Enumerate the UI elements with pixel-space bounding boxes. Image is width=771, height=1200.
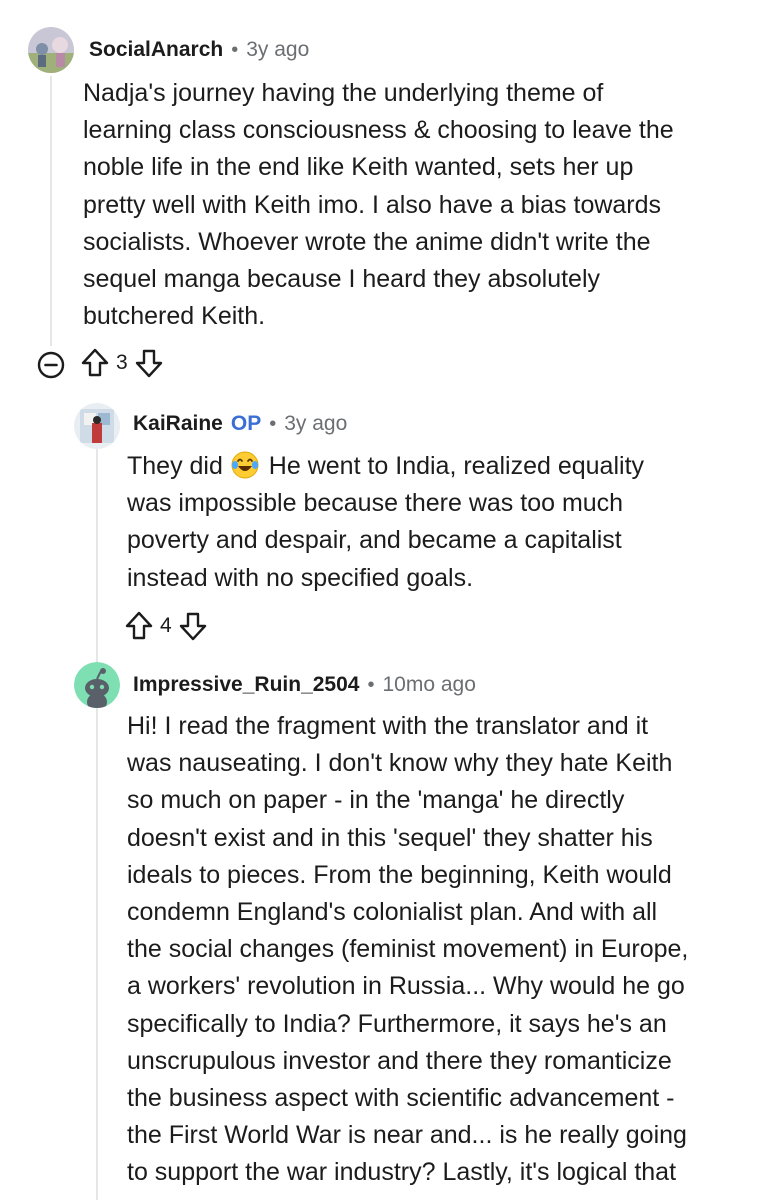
avatar[interactable] [74, 403, 120, 449]
comment-line: butchered Keith. [83, 302, 266, 331]
comment-line: learning class consciousness & choosing … [83, 116, 674, 145]
comment-line: socialists. Whoever wrote the anime didn… [83, 227, 651, 256]
comment-line: They did He went to India, realized equa… [127, 448, 644, 485]
comment-timestamp: 10mo ago [382, 673, 476, 696]
upvote-button[interactable] [80, 348, 110, 378]
avatar[interactable] [74, 662, 120, 708]
comment-body: Nadja's journey having the underlying th… [83, 75, 674, 335]
op-badge: OP [230, 412, 262, 435]
author-name[interactable]: SocialAnarch [89, 38, 223, 62]
laughing-tears-emoji-icon [230, 450, 260, 480]
comment-meta: Impressive_Ruin_2504 • 10mo ago [133, 673, 476, 697]
vote-count: 3 [116, 351, 128, 374]
avatar[interactable] [28, 27, 74, 73]
upvote-arrow-icon [125, 611, 153, 640]
comment-line: doesn't exist and in this 'sequel' they … [127, 823, 653, 852]
comment-timestamp: 3y ago [246, 38, 310, 61]
comment-line: so much on paper - in the 'manga' he dir… [127, 786, 625, 815]
minus-circle-icon [37, 351, 65, 379]
comment-line: noble life in the end like Keith wanted,… [83, 153, 634, 182]
comment-line: ideals to pieces. From the beginning, Ke… [127, 860, 672, 889]
upvote-button[interactable] [124, 611, 154, 641]
comment-line: poverty and despair, and became a capita… [127, 526, 622, 555]
comment-text: He went to India, realized equality [268, 452, 645, 480]
author-name[interactable]: Impressive_Ruin_2504 [133, 673, 359, 697]
comment-line: the social changes (feminist movement) i… [127, 935, 689, 964]
thread-line-main[interactable] [50, 76, 52, 346]
downvote-button[interactable] [134, 348, 164, 378]
comment-line: Hi! I read the fragment with the transla… [127, 712, 649, 740]
thread-line-reply[interactable] [96, 448, 98, 1200]
comment-line: specifically to India? Furthermore, it s… [127, 1009, 667, 1038]
upvote-arrow-icon [81, 348, 109, 377]
comment-line: unscrupulous investor and there they rom… [127, 1046, 672, 1075]
reddit-snoo-avatar-icon [74, 662, 120, 708]
comment-line: the business aspect with scientific adva… [127, 1084, 675, 1113]
author-name[interactable]: KaiRaine [133, 412, 223, 436]
comment-line: pretty well with Keith imo. I also have … [83, 190, 662, 219]
comment-meta: SocialAnarch • 3y ago [89, 38, 309, 62]
comment-body: Hi! I read the fragment with the transla… [127, 708, 688, 1192]
meta-separator: • [231, 38, 239, 61]
comment-meta: KaiRaine OP • 3y ago [133, 412, 347, 436]
downvote-arrow-icon [135, 349, 162, 378]
comment-line: to support the war industry? Lastly, it'… [127, 1158, 677, 1187]
comment-line: was impossible because there was too muc… [127, 489, 624, 518]
collapse-thread-button[interactable] [37, 351, 65, 379]
downvote-button[interactable] [178, 611, 208, 641]
comment-text: They did [127, 452, 223, 480]
vote-bar: 3 [80, 348, 164, 378]
comment-line: instead with no specified goals. [127, 563, 474, 592]
vote-bar: 4 [124, 611, 208, 641]
comment-line: the First World War is near and... is he… [127, 1121, 687, 1150]
meta-separator: • [269, 412, 277, 435]
downvote-arrow-icon [179, 612, 206, 641]
comment-line: condemn England's colonialist plan. And … [127, 898, 658, 927]
meta-separator: • [367, 673, 375, 696]
comment-body: They did He went to India, realized equa… [127, 448, 644, 597]
comment-timestamp: 3y ago [284, 412, 348, 435]
comment-line: sequel manga because I heard they absolu… [83, 265, 601, 294]
vote-count: 4 [160, 614, 172, 637]
comment-line: a workers' revolution in Russia... Why w… [127, 972, 685, 1001]
comment-line: was nauseating. I don't know why they ha… [127, 749, 673, 778]
comment-line: Nadja's journey having the underlying th… [83, 79, 604, 107]
